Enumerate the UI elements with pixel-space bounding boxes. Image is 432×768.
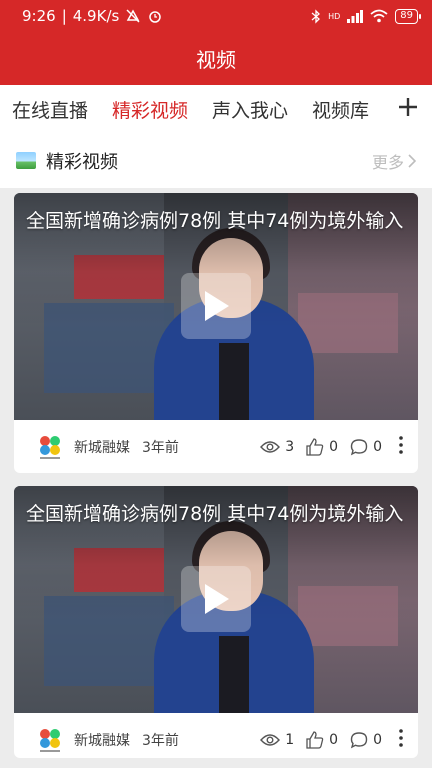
status-right: HD 89 [311, 8, 421, 24]
status-bar: 9:26 | 4.9K/s HD 89 [0, 0, 432, 32]
source-logo [40, 728, 60, 752]
wifi-icon [370, 9, 388, 23]
publish-time: 3年前 [142, 732, 179, 749]
image-icon [16, 152, 36, 169]
views-count: 3 [285, 438, 295, 455]
tab-featured-videos[interactable]: 精彩视频 [112, 96, 188, 123]
likes-count: 0 [329, 438, 339, 455]
play-button[interactable] [181, 273, 251, 339]
more-label: 更多 [371, 152, 404, 172]
eye-icon [260, 733, 281, 746]
more-link[interactable]: 更多 [372, 149, 416, 173]
alarm-icon [149, 11, 162, 23]
eye-icon [260, 440, 281, 453]
video-card[interactable]: 全国新增确诊病例78例 其中74例为境外输入 新城融媒 3年前 3 0 0 [14, 193, 418, 473]
more-vertical-icon [399, 729, 403, 747]
like-button[interactable]: 0 [306, 730, 339, 749]
play-icon [205, 291, 229, 321]
status-divider: | [61, 7, 67, 25]
video-title: 全国新增确诊病例78例 其中74例为境外输入 [26, 503, 404, 525]
page-title: 视频 [196, 48, 236, 72]
views-stat: 1 [260, 732, 294, 748]
source-name: 新城融媒 [74, 732, 130, 749]
add-tab-button[interactable] [398, 93, 418, 123]
tab-voice[interactable]: 声入我心 [212, 96, 288, 123]
section-header: 精彩视频 更多 [0, 133, 432, 188]
views-count: 1 [285, 731, 295, 748]
comments-count: 0 [373, 731, 382, 748]
video-meta: 新城融媒 3年前 1 0 0 [14, 713, 418, 758]
plus-icon [399, 98, 417, 116]
play-button[interactable] [181, 566, 251, 632]
more-options-button[interactable] [394, 729, 408, 750]
battery-indicator: 89 [395, 8, 421, 24]
bluetooth-icon [311, 8, 321, 24]
video-title: 全国新增确诊病例78例 其中74例为境外输入 [26, 210, 404, 232]
section-title: 精彩视频 [46, 151, 118, 173]
comments-count: 0 [373, 438, 382, 455]
like-button[interactable]: 0 [306, 437, 339, 456]
comment-button[interactable]: 0 [350, 731, 382, 749]
status-time: 9:26 [22, 7, 56, 25]
tab-video-library[interactable]: 视频库 [312, 96, 369, 123]
hd-label: HD [328, 11, 341, 21]
more-vertical-icon [399, 436, 403, 454]
mute-icon [126, 9, 140, 23]
comment-icon [350, 438, 368, 455]
video-meta: 新城融媒 3年前 3 0 0 [14, 420, 418, 473]
signal-icon [347, 9, 364, 23]
play-icon [205, 584, 229, 614]
status-net-speed: 4.9K/s [72, 7, 120, 25]
video-card[interactable]: 全国新增确诊病例78例 其中74例为境外输入 新城融媒 3年前 1 0 0 [14, 486, 418, 758]
tab-bar: 在线直播 精彩视频 声入我心 视频库 [0, 85, 432, 133]
app-header: 视频 [0, 32, 432, 85]
tab-live[interactable]: 在线直播 [12, 96, 88, 123]
publish-time: 3年前 [142, 439, 179, 456]
chevron-right-icon [408, 153, 416, 168]
comment-icon [350, 731, 368, 748]
comment-button[interactable]: 0 [350, 438, 382, 456]
more-options-button[interactable] [394, 436, 408, 457]
likes-count: 0 [329, 731, 339, 748]
video-thumbnail[interactable]: 全国新增确诊病例78例 其中74例为境外输入 [14, 193, 418, 420]
thumbs-up-icon [306, 437, 324, 456]
thumbs-up-icon [306, 730, 324, 749]
views-stat: 3 [260, 439, 294, 455]
source-name: 新城融媒 [74, 439, 130, 456]
source-logo [40, 435, 60, 459]
video-thumbnail[interactable]: 全国新增确诊病例78例 其中74例为境外输入 [14, 486, 418, 713]
status-left: 9:26 | 4.9K/s [22, 7, 163, 25]
